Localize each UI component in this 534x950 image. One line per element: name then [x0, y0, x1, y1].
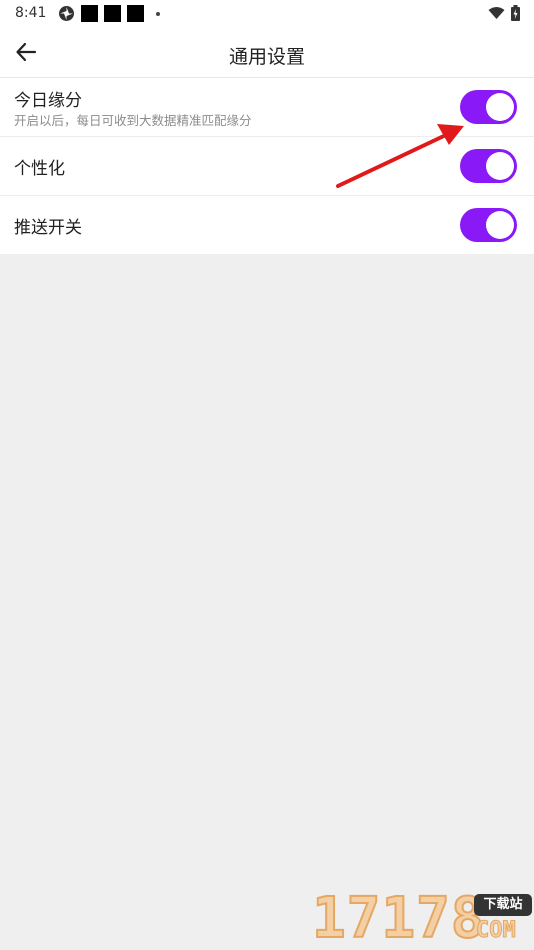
- settings-list: 今日缘分 开启以后，每日可收到大数据精准匹配缘分 个性化 推送开关: [0, 78, 534, 254]
- status-bar: 8:41: [0, 0, 534, 28]
- notification-square-icon: [81, 5, 98, 22]
- setting-row-personalization: 个性化: [0, 137, 534, 196]
- personalization-toggle[interactable]: [460, 149, 517, 183]
- toggle-knob: [486, 152, 514, 180]
- notification-square-icon: [127, 5, 144, 22]
- notification-square-icon: [104, 5, 121, 22]
- wifi-icon: [488, 7, 505, 19]
- aperture-icon: [59, 6, 74, 21]
- daily-match-toggle[interactable]: [460, 90, 517, 124]
- toggle-knob: [486, 93, 514, 121]
- setting-row-daily-match: 今日缘分 开启以后，每日可收到大数据精准匹配缘分: [0, 78, 534, 137]
- setting-row-push: 推送开关: [0, 196, 534, 254]
- watermark-digits: 17178: [311, 886, 486, 950]
- push-notification-toggle[interactable]: [460, 208, 517, 242]
- setting-label: 推送开关: [14, 218, 82, 238]
- watermark-suffix: COM: [476, 918, 517, 944]
- status-system-icons: [488, 5, 520, 21]
- app-bar: 通用设置: [0, 28, 534, 78]
- page-title: 通用设置: [228, 46, 305, 68]
- watermark-badge: 下载站: [474, 894, 532, 916]
- setting-label: 今日缘分: [14, 91, 82, 111]
- status-time: 8:41: [15, 5, 47, 21]
- more-notifications-dot-icon: [156, 11, 160, 16]
- toggle-knob: [486, 211, 514, 239]
- status-notification-icons: [58, 5, 160, 22]
- setting-description: 开启以后，每日可收到大数据精准匹配缘分: [14, 113, 252, 128]
- site-watermark-logo: 17178 下载站 COM: [311, 886, 534, 950]
- battery-icon: [511, 5, 520, 21]
- setting-label: 个性化: [14, 159, 65, 179]
